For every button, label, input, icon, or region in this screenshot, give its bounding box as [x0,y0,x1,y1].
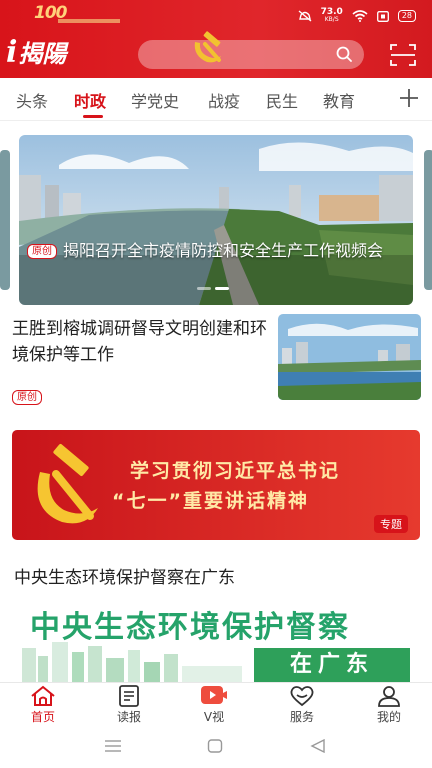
banner-background [12,430,420,540]
status-icons: 73.0 KB/S 28 [298,8,416,24]
video-icon [201,686,227,704]
tab-livelihood[interactable]: 民生 [266,88,298,112]
poster-tag: 在广东 [254,648,410,682]
news-item-title[interactable]: 王胜到榕城调研督导文明创建和环境保护等工作 [12,316,267,368]
nav-service[interactable]: 服务 [272,685,332,725]
nav-video[interactable]: V视 [184,685,244,725]
banner-line-1: 学习贯彻习近平总书记 [130,460,341,482]
scan-icon[interactable] [390,43,416,67]
app-logo: i揭陽 [6,34,66,70]
headline-carousel[interactable]: 原创 揭阳召开全市疫情防控和安全生产工作视频会 [19,135,413,305]
original-badge: 原创 [12,390,42,405]
system-navigation-bar [0,726,432,768]
sim-icon [376,10,389,22]
tab-party-history[interactable]: 学党史 [131,88,179,112]
tabs-divider [0,120,432,121]
battery-indicator: 28 [397,10,416,22]
nav-label: 首页 [30,710,55,724]
carousel-image [19,135,413,305]
active-tab-indicator [83,115,103,118]
carousel-prev-peek[interactable] [0,150,10,290]
nav-label: 读报 [116,710,141,724]
user-icon [378,686,400,707]
carousel-dot-2 [215,287,229,290]
carousel-next-peek[interactable] [424,150,432,290]
nav-newspaper[interactable]: 读报 [99,685,159,725]
app-logo-text: 揭陽 [18,39,67,68]
banner-line-2: “七一”重要讲话精神 [112,490,309,512]
app-logo-letter: i [6,35,18,70]
news-item-thumbnail[interactable] [278,314,421,400]
news-item-poster[interactable]: 中央生态环境保护督察 在广东 [12,596,420,686]
original-badge: 原创 [27,244,57,259]
nav-label: 我的 [376,710,401,724]
carousel-caption[interactable]: 原创 揭阳召开全市疫情防控和安全生产工作视频会 [27,239,405,263]
news-thumbnail-image [278,314,421,400]
carousel-title[interactable]: 揭阳召开全市疫情防控和安全生产工作视频会 [63,241,383,260]
bottom-navigation: 首页 读报 V视 服务 我的 [0,682,432,727]
carousel-indicator [197,287,229,290]
topic-tag: 专题 [374,515,408,533]
nav-home[interactable]: 首页 [13,685,73,725]
network-speed: 73.0 KB/S [321,8,343,24]
home-icon [31,685,55,706]
nav-label: V视 [203,710,225,724]
search-bar[interactable] [138,40,364,69]
newspaper-icon [119,685,139,707]
tab-politics[interactable]: 时政 [74,88,106,112]
status-bar: 100 73.0 KB/S 28 [0,0,432,28]
app-header: 100 73.0 KB/S 28 i揭陽 [0,0,432,78]
tab-headline[interactable]: 头条 [16,88,48,112]
nav-label: 服务 [289,710,314,724]
tab-epidemic[interactable]: 战疫 [208,88,240,112]
nav-profile[interactable]: 我的 [359,685,419,725]
tab-education[interactable]: 教育 [323,88,355,112]
wifi-icon [352,10,368,22]
menu-icon[interactable] [104,739,122,753]
party-emblem-icon [194,31,221,63]
add-channel-icon[interactable] [398,87,420,109]
back-icon[interactable] [310,739,326,753]
news-item-title[interactable]: 中央生态环境保护督察在广东 [14,563,235,588]
home-button-icon[interactable] [207,739,223,753]
search-icon[interactable] [336,46,352,62]
special-topic-banner[interactable]: 学习贯彻习近平总书记 “七一”重要讲话精神 专题 [12,430,420,540]
heart-icon [290,686,314,707]
network-speed-unit: KB/S [324,16,339,23]
mute-icon [298,10,312,22]
channel-tabs: 头条 时政 学党史 战疫 民生 教育 [0,78,432,120]
poster-title: 中央生态环境保护督察 [30,610,350,645]
centenary-logo-caption [58,19,120,23]
carousel-dot-1 [197,287,211,290]
